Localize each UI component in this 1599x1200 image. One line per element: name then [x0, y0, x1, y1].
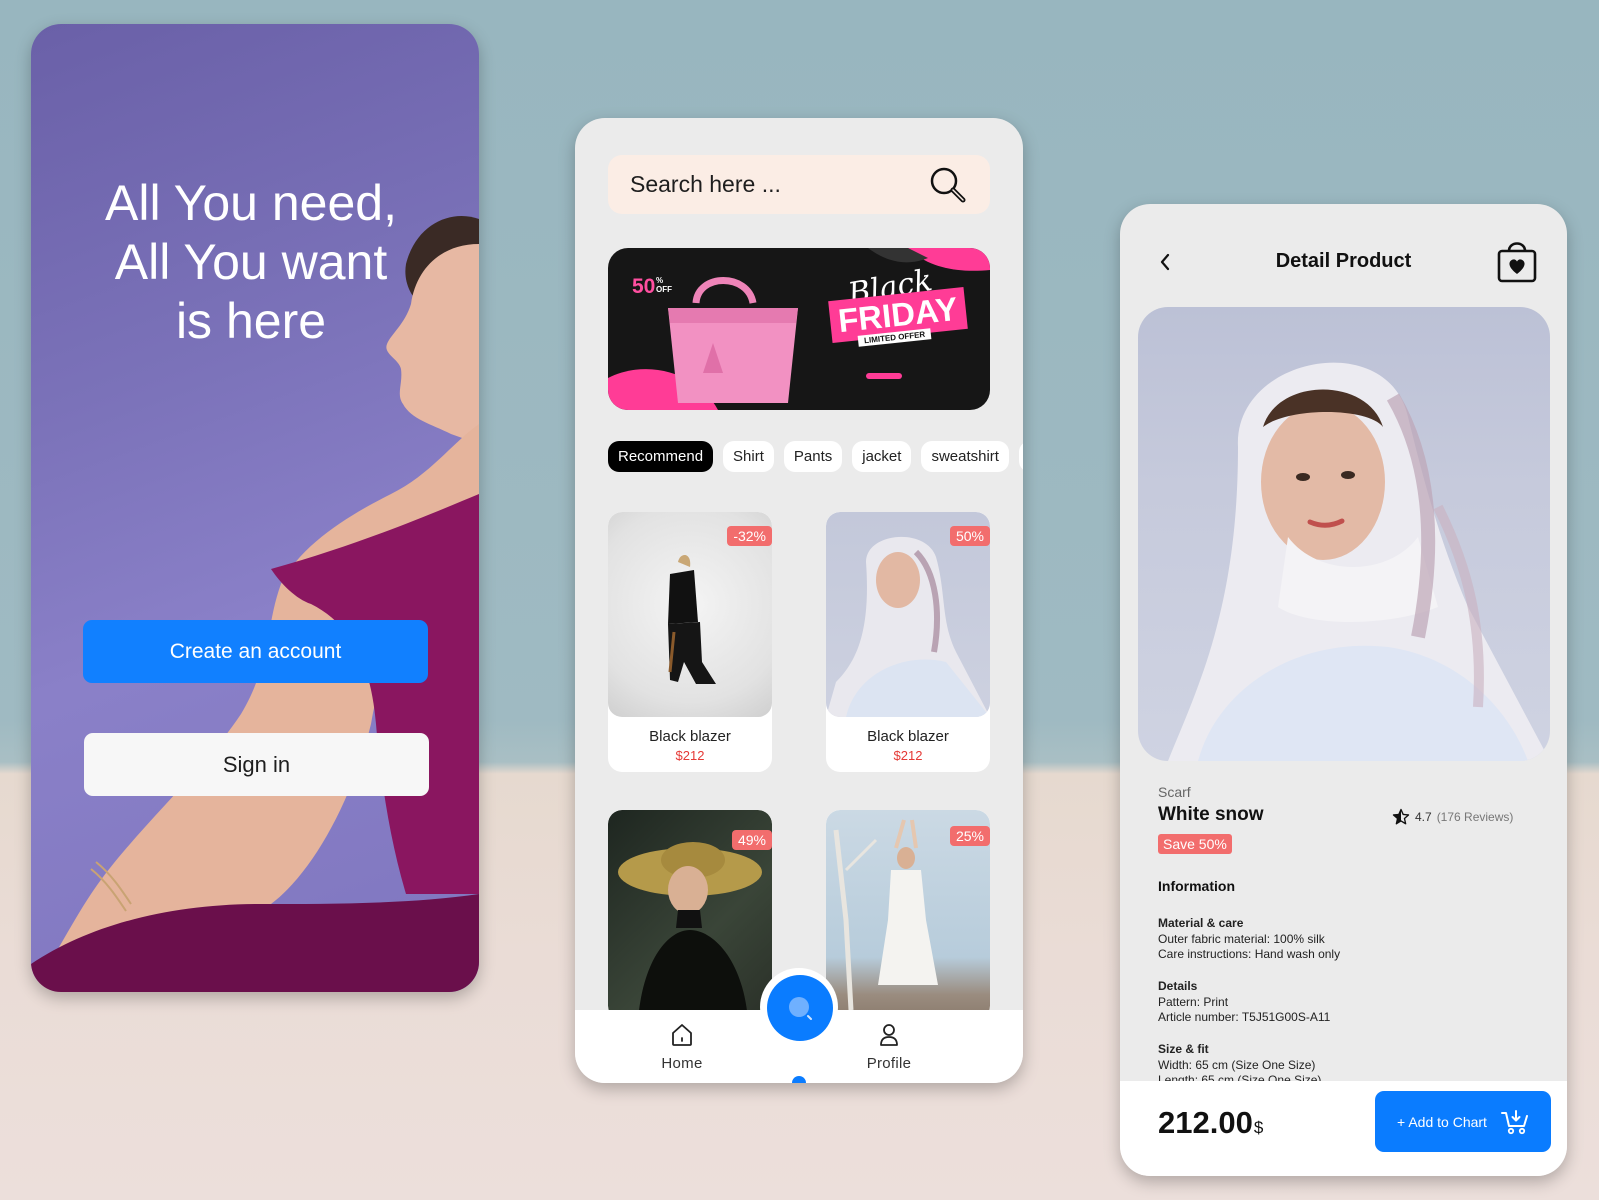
- price-currency: $: [1253, 1118, 1264, 1137]
- page-indicator: [792, 1076, 806, 1083]
- chip-shirt[interactable]: Shirt: [723, 441, 774, 472]
- search-fab-button[interactable]: [767, 975, 833, 1041]
- welcome-screen: All You need, All You want is here Creat…: [31, 24, 479, 992]
- bag-heart-icon: [1497, 242, 1537, 283]
- add-to-cart-label: + Add to Chart: [1397, 1113, 1487, 1130]
- price: 212.00$: [1158, 1105, 1263, 1141]
- info-line: Article number: T5J51G00S-A11: [1158, 1010, 1331, 1024]
- nav-profile[interactable]: Profile: [849, 1022, 929, 1072]
- review-count: (176 Reviews): [1436, 810, 1514, 824]
- chip-sweatshirt[interactable]: sweatshirt: [921, 441, 1009, 472]
- add-to-cart-button[interactable]: + Add to Chart: [1375, 1091, 1551, 1152]
- product-card[interactable]: -32% Black blazer $212: [608, 512, 772, 772]
- scarf-model-photo: [1168, 362, 1550, 761]
- product-image: 50%: [826, 512, 990, 717]
- welcome-headline: All You need, All You want is here: [105, 175, 397, 349]
- info-section: Details Pattern: Print Article number: T…: [1158, 979, 1330, 1026]
- product-image: 49%: [608, 810, 772, 1020]
- info-section-heading: Size & fit: [1158, 1042, 1209, 1056]
- search-icon[interactable]: [928, 165, 968, 205]
- nav-home[interactable]: Home: [642, 1022, 722, 1072]
- promo-banner[interactable]: 50 % OFF Black FRIDAY LIMITED OFFER: [608, 248, 990, 410]
- price-value: 212.00: [1158, 1105, 1253, 1140]
- product-name: Black blazer: [649, 728, 731, 745]
- sign-in-button[interactable]: Sign in: [84, 733, 429, 796]
- chip-recommend[interactable]: Recommend: [608, 441, 714, 472]
- category-chips: Recommend Shirt Pants jacket sweatshirt …: [608, 441, 1023, 472]
- product-image: 25%: [826, 810, 990, 1020]
- model-photo: [31, 216, 479, 992]
- product-name: Black blazer: [867, 728, 949, 745]
- banner-discount: 50: [632, 275, 656, 298]
- home-icon: [672, 1024, 692, 1046]
- product-price: $212: [675, 748, 705, 763]
- info-section-heading: Material & care: [1158, 916, 1244, 930]
- discount-badge: 49%: [731, 830, 772, 850]
- info-section: Material & care Outer fabric material: 1…: [1158, 916, 1340, 963]
- product-price: $212: [893, 748, 923, 763]
- info-line: Care instructions: Hand wash only: [1158, 947, 1341, 961]
- search-icon: [789, 997, 812, 1020]
- detail-screen: Detail Product Scarf White snow Save 50%: [1120, 204, 1567, 1176]
- product-card[interactable]: 25%: [826, 810, 990, 1020]
- chip-jacket[interactable]: jacket: [852, 441, 912, 472]
- chip-partial[interactable]: s: [1018, 441, 1023, 472]
- chip-pants[interactable]: Pants: [783, 441, 843, 472]
- cart-add-icon: [1500, 1109, 1528, 1134]
- nav-profile-label: Profile: [866, 1055, 912, 1072]
- discount-badge: -32%: [727, 526, 772, 546]
- rating-value: 4.7: [1415, 810, 1432, 824]
- star-half-icon: [1392, 808, 1410, 825]
- discount-badge: 25%: [949, 826, 990, 846]
- banner-cta-button[interactable]: [866, 373, 902, 379]
- banner-discount-suffix: % OFF: [656, 276, 672, 294]
- info-line: Outer fabric material: 100% silk: [1158, 931, 1325, 946]
- info-line: Width: 65 cm (Size One Size): [1158, 1057, 1316, 1072]
- product-rating: 4.7 (176 Reviews): [1392, 808, 1513, 826]
- product-name: White snow: [1158, 804, 1264, 825]
- search-bar[interactable]: [608, 155, 990, 214]
- information-heading: Information: [1158, 878, 1235, 894]
- info-line: Pattern: Print: [1158, 994, 1229, 1009]
- home-screen: 50 % OFF Black FRIDAY LIMITED OFFER Reco…: [575, 118, 1023, 1083]
- wishlist-bag-button[interactable]: [1496, 238, 1538, 284]
- discount-badge: 50%: [949, 526, 990, 546]
- product-card[interactable]: 50% Black blazer $212: [826, 512, 990, 772]
- save-badge: Save 50%: [1158, 834, 1232, 854]
- profile-icon: [880, 1024, 898, 1046]
- product-card[interactable]: 49%: [608, 810, 772, 1020]
- search-input[interactable]: [630, 171, 928, 198]
- create-account-button[interactable]: Create an account: [83, 620, 428, 683]
- product-hero-image: [1138, 307, 1550, 761]
- product-image: -32%: [608, 512, 772, 717]
- purchase-footer: 212.00$ + Add to Chart: [1120, 1081, 1567, 1176]
- nav-home-label: Home: [661, 1055, 703, 1072]
- product-category: Scarf: [1158, 784, 1191, 800]
- info-section-heading: Details: [1158, 979, 1198, 993]
